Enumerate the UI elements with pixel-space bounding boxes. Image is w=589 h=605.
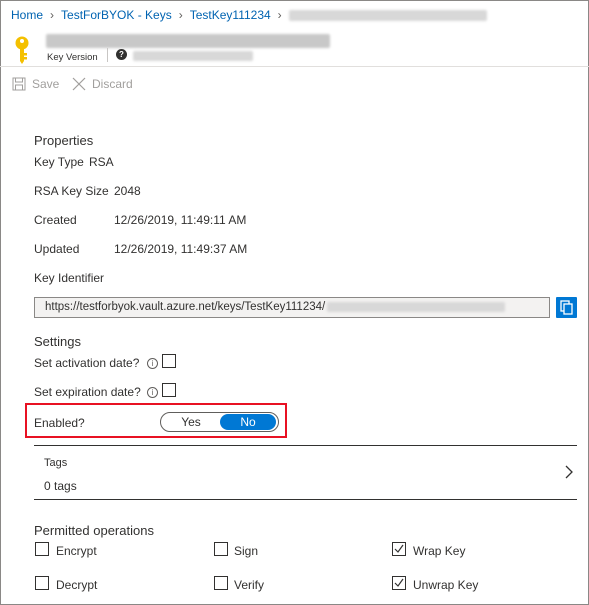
created-value: 12/26/2019, 11:49:11 AM (114, 213, 247, 227)
info-icon[interactable]: ? (116, 49, 127, 60)
breadcrumb-keys[interactable]: TestForBYOK - Keys (61, 8, 172, 22)
activation-label: Set activation date? (34, 356, 140, 370)
checkmark-icon (394, 578, 404, 587)
expiration-checkbox[interactable] (162, 383, 176, 397)
chevron-right-icon: › (277, 8, 282, 22)
unwrap-key-checkbox[interactable] (392, 576, 406, 590)
wrap-key-label: Wrap Key (413, 544, 466, 558)
key-icon (15, 36, 29, 64)
unwrap-key-label: Unwrap Key (413, 578, 479, 592)
discard-label: Discard (92, 77, 133, 91)
close-icon (72, 77, 86, 91)
key-identifier-value: https://testforbyok.vault.azure.net/keys… (45, 301, 326, 313)
save-icon (12, 77, 26, 91)
updated-value: 12/26/2019, 11:49:37 AM (114, 242, 248, 256)
chevron-right-icon[interactable] (564, 465, 574, 479)
divider (34, 445, 577, 446)
copy-button[interactable] (556, 297, 577, 318)
checkmark-icon (394, 544, 404, 553)
expiration-label: Set expiration date? (34, 385, 141, 399)
tags-label: Tags (44, 457, 68, 469)
key-identifier-redacted (327, 301, 506, 312)
key-type-value: RSA (89, 155, 114, 169)
save-label: Save (32, 77, 60, 91)
verify-checkbox[interactable] (214, 576, 228, 590)
key-version-id-redacted (133, 51, 253, 61)
breadcrumb-version-redacted (288, 9, 487, 21)
key-size-label: RSA Key Size (34, 184, 109, 198)
divider (107, 48, 108, 62)
enabled-toggle[interactable]: Yes No (160, 412, 279, 432)
copy-icon (560, 300, 573, 315)
decrypt-label: Decrypt (56, 578, 98, 592)
encrypt-label: Encrypt (56, 544, 97, 558)
decrypt-checkbox[interactable] (35, 576, 49, 590)
info-icon[interactable]: i (147, 358, 158, 369)
verify-label: Verify (234, 578, 265, 592)
enabled-yes-option[interactable]: Yes (161, 413, 221, 431)
activation-checkbox[interactable] (162, 354, 176, 368)
permitted-heading: Permitted operations (34, 523, 154, 538)
encrypt-checkbox[interactable] (35, 542, 49, 556)
sign-label: Sign (234, 544, 259, 558)
key-identifier-label: Key Identifier (34, 271, 105, 285)
breadcrumb-key[interactable]: TestKey111234 (190, 8, 271, 22)
divider (34, 499, 577, 500)
updated-label: Updated (34, 242, 80, 256)
toolbar-divider (0, 66, 589, 67)
sign-checkbox[interactable] (214, 542, 228, 556)
key-identifier-field[interactable]: https://testforbyok.vault.azure.net/keys… (34, 297, 550, 318)
tags-value[interactable]: 0 tags (44, 479, 77, 493)
key-version-title-redacted (46, 34, 330, 48)
breadcrumb: Home › TestForBYOK - Keys › TestKey11123… (11, 7, 487, 23)
key-size-value: 2048 (114, 184, 141, 198)
key-type-label: Key Type (34, 155, 84, 169)
info-icon[interactable]: i (147, 387, 158, 398)
wrap-key-checkbox[interactable] (392, 542, 406, 556)
chevron-right-icon: › (178, 8, 183, 22)
save-button[interactable]: Save (12, 75, 59, 93)
enabled-no-option[interactable]: No (220, 414, 276, 430)
settings-heading: Settings (34, 334, 81, 349)
created-label: Created (34, 213, 77, 227)
chevron-right-icon: › (50, 8, 55, 22)
key-version-subtitle: Key Version (47, 52, 98, 63)
discard-button[interactable]: Discard (72, 75, 133, 93)
breadcrumb-home[interactable]: Home (11, 8, 43, 22)
properties-heading: Properties (34, 133, 94, 148)
enabled-label: Enabled? (34, 416, 85, 430)
